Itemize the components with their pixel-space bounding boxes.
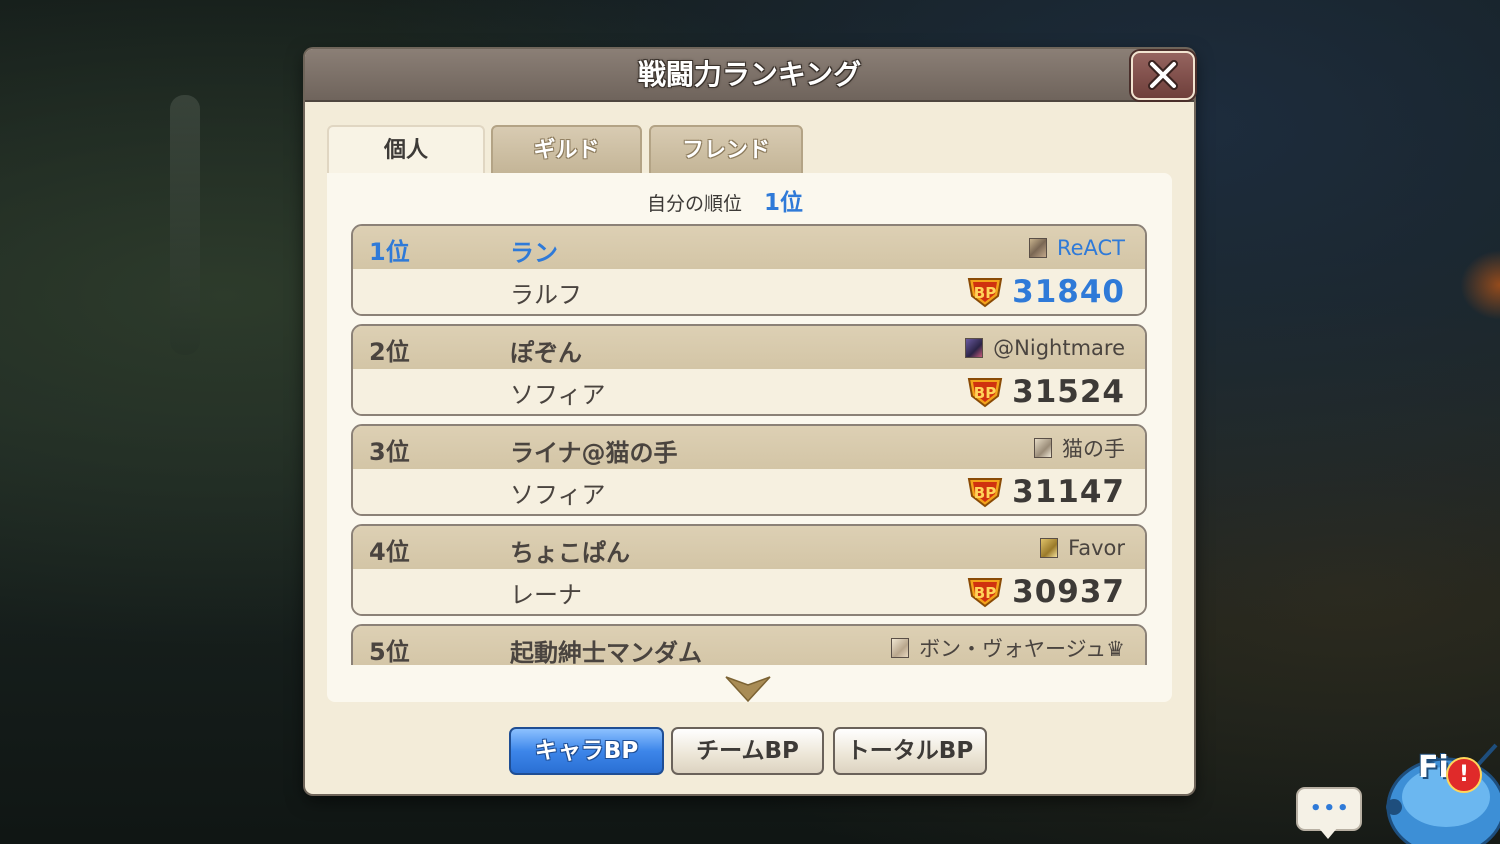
chat-dots-icon: ••• <box>1310 798 1351 819</box>
dialog-title: 戦闘力ランキング <box>637 58 862 91</box>
tab-guild[interactable]: ギルド <box>491 125 642 175</box>
player-name: ラン <box>510 239 558 267</box>
ranking-panel: 自分の順位 1位 1位 ラン ReACT ラルフ BP 31840 2位 ぽぞん… <box>327 173 1172 703</box>
bp-info: BP 31147 <box>966 472 1125 512</box>
guild-name: Favor <box>1068 536 1125 560</box>
background-lamp <box>170 95 200 355</box>
guild-emblem-icon <box>1028 238 1047 258</box>
bp-value: 31147 <box>1012 474 1125 510</box>
bp-info: BP 30937 <box>966 572 1125 612</box>
bp-value: 30937 <box>1012 574 1125 610</box>
bp-info: BP 31840 <box>966 272 1125 312</box>
svg-text:BP: BP <box>974 384 996 402</box>
player-name: ちょこぱん <box>510 539 630 567</box>
player-name: ライナ@猫の手 <box>510 439 678 467</box>
ranking-row[interactable]: 2位 ぽぞん @Nightmare ソフィア BP 31524 <box>351 324 1147 416</box>
character-name: レーナ <box>510 581 582 609</box>
guild-name: ReACT <box>1056 236 1125 260</box>
close-button[interactable] <box>1131 51 1195 100</box>
guild-emblem-icon <box>891 638 910 658</box>
ranking-row[interactable]: 3位 ライナ@猫の手 猫の手 ソフィア BP 31147 <box>351 424 1147 516</box>
guild-name: 猫の手 <box>1062 437 1125 461</box>
player-name: 起動紳士マンダム <box>510 639 702 665</box>
my-rank-label: 自分の順位 <box>647 193 743 215</box>
tab-friend[interactable]: フレンド <box>649 125 803 175</box>
ranking-dialog: 戦闘力ランキング 個人 ギルド フレンド 自分の順位 1位 1位 ラン ReAC… <box>305 49 1195 794</box>
ranking-list[interactable]: 1位 ラン ReACT ラルフ BP 31840 2位 ぽぞん @Nightma… <box>351 224 1149 665</box>
guild-emblem-icon <box>965 338 984 358</box>
bp-value: 31524 <box>1012 374 1125 410</box>
player-name: ぽぞん <box>510 339 582 367</box>
guild-info: Favor <box>1040 534 1125 562</box>
sort-team-bp-button[interactable]: チームBP <box>671 727 824 775</box>
alert-icon[interactable]: ! <box>1446 757 1482 793</box>
guild-emblem-icon <box>1034 438 1052 458</box>
chat-button[interactable]: ••• <box>1296 787 1362 831</box>
bp-shield-icon: BP <box>967 278 1003 308</box>
ranking-row[interactable]: 5位 起動紳士マンダム ボン・ヴォヤージュ♛ <box>351 624 1147 665</box>
my-rank-value: 1位 <box>764 190 804 216</box>
background-glow <box>1460 250 1500 320</box>
guild-info: 猫の手 <box>1034 434 1125 462</box>
rank-number: 5位 <box>369 638 410 665</box>
bp-shield-icon: BP <box>967 578 1003 608</box>
mascot-label: Fi <box>1418 750 1449 785</box>
svg-text:BP: BP <box>974 584 996 602</box>
rank-number: 1位 <box>369 238 410 266</box>
close-icon <box>1148 60 1178 90</box>
bp-value: 31840 <box>1012 274 1125 310</box>
bp-info: BP 31524 <box>966 372 1125 412</box>
guild-name: ボン・ヴォヤージュ♛ <box>919 637 1125 661</box>
guild-info: @Nightmare <box>965 334 1125 362</box>
character-name: ソフィア <box>510 381 606 409</box>
guild-info: ボン・ヴォヤージュ♛ <box>891 634 1125 662</box>
sort-chara-bp-button[interactable]: キャラBP <box>509 727 664 775</box>
guild-emblem-icon <box>1040 538 1059 558</box>
scroll-down-arrow-icon[interactable] <box>724 673 772 703</box>
ranking-row[interactable]: 1位 ラン ReACT ラルフ BP 31840 <box>351 224 1147 316</box>
rank-number: 4位 <box>369 538 410 566</box>
guild-name: @Nightmare <box>993 336 1125 360</box>
svg-text:BP: BP <box>974 484 996 502</box>
rank-number: 3位 <box>369 438 410 466</box>
guild-info: ReACT <box>1028 234 1125 262</box>
chat-bubble-tail <box>1318 827 1338 839</box>
tab-individual[interactable]: 個人 <box>327 125 485 177</box>
rank-number: 2位 <box>369 338 410 366</box>
ranking-row[interactable]: 4位 ちょこぱん Favor レーナ BP 30937 <box>351 524 1147 616</box>
svg-text:BP: BP <box>974 284 996 302</box>
bp-shield-icon: BP <box>967 478 1003 508</box>
character-name: ラルフ <box>510 281 582 309</box>
bp-shield-icon: BP <box>967 378 1003 408</box>
character-name: ソフィア <box>510 481 606 509</box>
sort-total-bp-button[interactable]: トータルBP <box>833 727 987 775</box>
